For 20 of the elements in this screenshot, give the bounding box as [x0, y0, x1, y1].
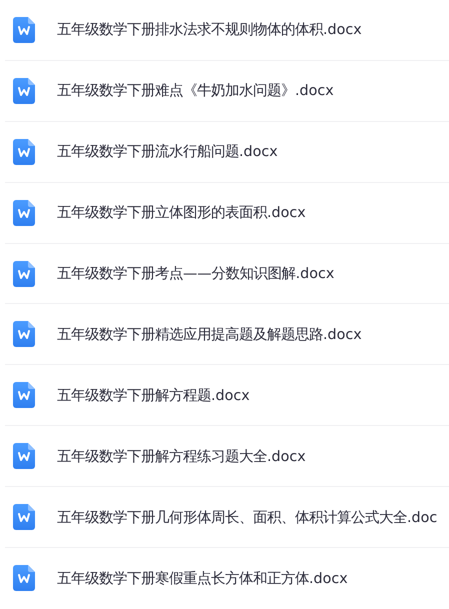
file-name[interactable]: 五年级数学下册立体图形的表面积.docx [57, 203, 306, 222]
file-name[interactable]: 五年级数学下册解方程题.docx [57, 386, 250, 405]
word-document-icon [13, 16, 35, 43]
file-name[interactable]: 五年级数学下册难点《牛奶加水问题》.docx [57, 81, 334, 100]
file-name[interactable]: 五年级数学下册流水行船问题.docx [57, 142, 278, 162]
word-document-icon [13, 78, 35, 104]
word-document-icon [13, 382, 35, 408]
file-name[interactable]: 五年级数学下册精选应用提高题及解题思路.docx [57, 324, 362, 344]
file-name[interactable]: 五年级数学下册考点——分数知识图解.docx [57, 264, 334, 283]
file-name[interactable]: 五年级数学下册解方程练习题大全.docx [57, 446, 306, 466]
word-document-icon [13, 565, 35, 592]
word-document-icon [13, 504, 35, 530]
word-document-icon [13, 321, 35, 348]
file-name[interactable]: 五年级数学下册几何形体周长、面积、体积计算公式大全.doc [57, 508, 438, 527]
word-document-icon [13, 138, 35, 165]
word-document-icon [13, 443, 35, 470]
word-document-icon [13, 260, 35, 286]
file-name[interactable]: 五年级数学下册寒假重点长方体和正方体.docx [57, 568, 348, 588]
file-name[interactable]: 五年级数学下册排水法求不规则物体的体积.docx [57, 20, 362, 40]
word-document-icon [13, 200, 35, 226]
